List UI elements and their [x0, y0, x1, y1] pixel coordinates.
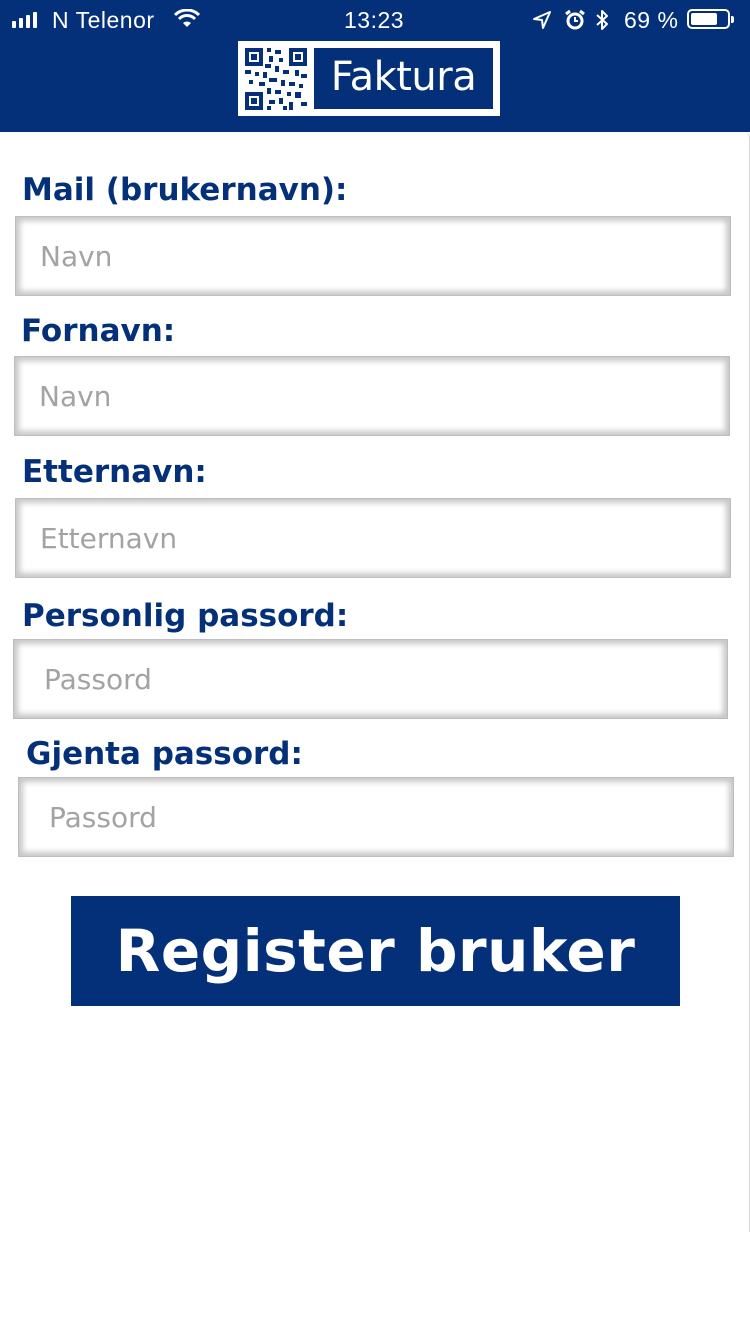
faktura-logo: Faktura [238, 41, 500, 116]
alarm-icon [565, 9, 585, 30]
repeat-password-label: Gjenta passord: [26, 736, 303, 772]
register-button[interactable]: Register bruker [71, 896, 680, 1006]
registration-form: Mail (brukernavn): Fornavn: Etternavn: P… [0, 132, 750, 1232]
location-arrow-icon [533, 11, 551, 29]
clock: 13:23 [344, 7, 405, 33]
mail-input[interactable] [15, 216, 731, 296]
battery-percent: 69 % [624, 7, 679, 33]
first-name-input[interactable] [14, 356, 730, 436]
qr-code-icon [245, 48, 307, 110]
first-name-label: Fornavn: [21, 313, 176, 349]
password-label: Personlig passord: [22, 598, 349, 634]
app-header: N Telenor 13:23 69 % Faktura [0, 0, 750, 132]
battery-icon [687, 9, 734, 29]
repeat-password-input[interactable] [18, 777, 734, 857]
wifi-icon [174, 9, 200, 27]
carrier-name: N Telenor [52, 7, 155, 33]
signal-icon [12, 12, 38, 28]
status-bar: N Telenor 13:23 69 % [0, 0, 750, 40]
last-name-input[interactable] [15, 498, 731, 578]
bluetooth-icon [596, 10, 608, 30]
password-input[interactable] [13, 639, 728, 719]
last-name-label: Etternavn: [22, 454, 207, 490]
logo-text: Faktura [330, 54, 477, 100]
mail-label: Mail (brukernavn): [22, 172, 348, 208]
logo-wordmark-box: Faktura [314, 48, 493, 109]
